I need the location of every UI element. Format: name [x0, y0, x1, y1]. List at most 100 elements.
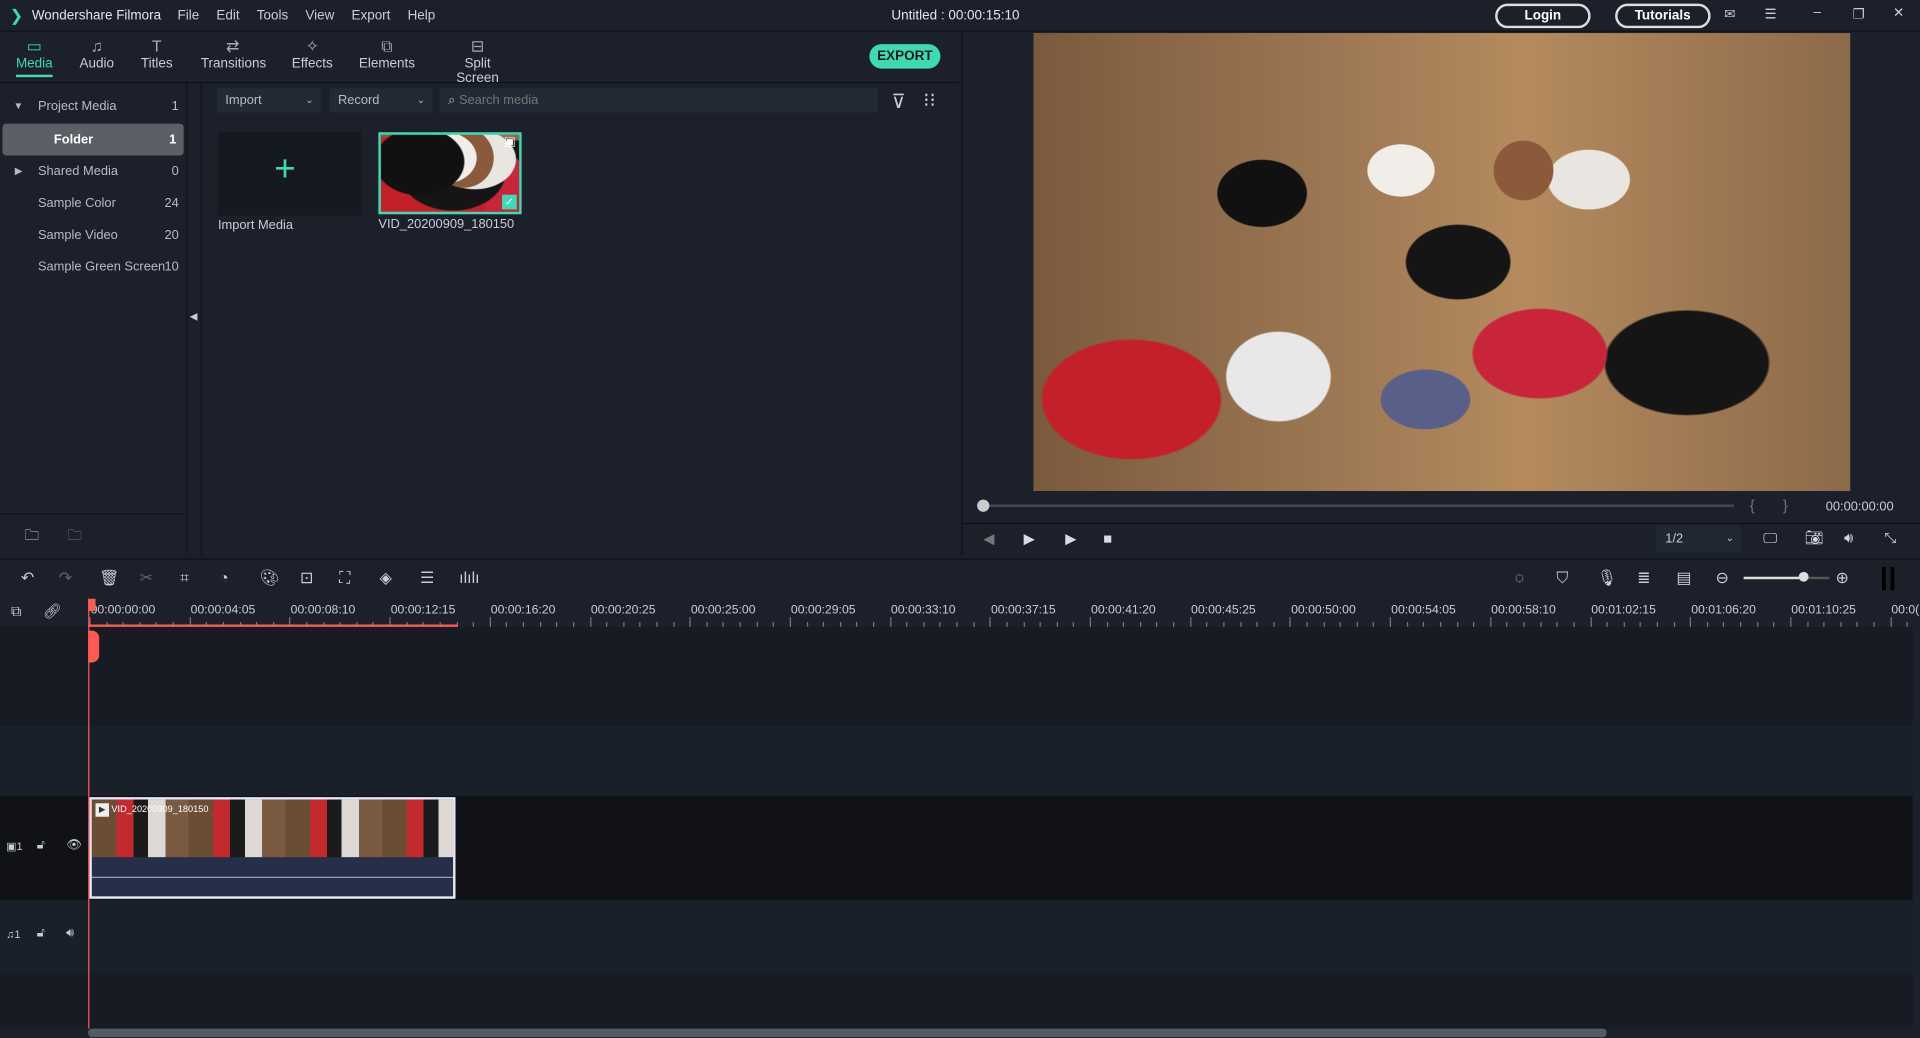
menu-list-icon[interactable]: ☰ [1764, 6, 1776, 22]
menu-help[interactable]: Help [408, 9, 436, 24]
sidebar-item-sample-green-screen[interactable]: Sample Green Screen 10 [0, 251, 186, 283]
media-thumbnail[interactable]: ▣ ✓ [378, 132, 522, 215]
menu-edit[interactable]: Edit [216, 9, 239, 24]
fullscreen-icon[interactable]: ⤡ [1884, 529, 1896, 547]
filter-icon[interactable]: ⊽ [891, 89, 905, 113]
redo-icon[interactable]: ↷ [59, 568, 72, 588]
ruler-label: 00:01:06:20 [1691, 603, 1756, 618]
restore-icon[interactable]: ❐ [1853, 6, 1865, 22]
video-type-icon: ▣ [503, 135, 516, 150]
keyframe-icon[interactable]: ◈ [380, 568, 392, 588]
chevron-down-icon: ⌄ [305, 94, 314, 106]
mark-out-icon[interactable]: } [1783, 497, 1788, 514]
search-input[interactable] [458, 93, 851, 108]
record-dropdown[interactable]: Record ⌄ [329, 88, 433, 113]
zoom-in-icon[interactable]: ⊕ [1836, 568, 1849, 588]
tab-split-screen[interactable]: ⊟ Split Screen [442, 37, 513, 86]
tab-media[interactable]: ▭ Media [16, 37, 53, 77]
mark-in-icon[interactable]: { [1750, 497, 1755, 514]
tab-effects[interactable]: ✧ Effects [290, 37, 334, 71]
new-folder-icon[interactable]: 🗀 [24, 524, 39, 550]
quality-dropdown[interactable]: 1/2 ⌄ [1655, 525, 1742, 553]
volume-icon[interactable]: 🔊︎ [1844, 529, 1853, 547]
sidebar-item-sample-color[interactable]: Sample Color 24 [0, 187, 186, 219]
playhead-handle[interactable] [88, 598, 96, 612]
tab-transitions[interactable]: ⇄ Transitions [201, 37, 266, 71]
scissors-marker-icon[interactable] [88, 630, 100, 663]
timeline-scrollbar[interactable] [88, 1028, 1607, 1038]
cut-icon[interactable]: ✂ [140, 568, 153, 588]
lock-icon[interactable]: 🔓︎ [37, 927, 45, 940]
scrubber-track[interactable] [983, 504, 1734, 507]
export-button[interactable]: EXPORT [869, 44, 941, 69]
marker-icon[interactable]: ⛉ [1556, 568, 1568, 588]
zoom-slider[interactable] [1743, 571, 1830, 582]
ruler-label: 00:00:12:15 [390, 603, 456, 618]
menu-view[interactable]: View [305, 9, 334, 24]
zoom-slider-handle[interactable] [1798, 571, 1809, 582]
delete-icon[interactable]: 🗑︎ [99, 568, 119, 588]
speaker-icon[interactable]: 🔊︎ [66, 927, 74, 940]
render-icon[interactable]: ◌ [1515, 568, 1524, 586]
ruler-tick [1389, 617, 1392, 627]
snapshot-icon[interactable]: 📷︎ [1805, 529, 1824, 546]
eye-icon[interactable]: 👁︎ [66, 839, 82, 852]
timeline-video-clip[interactable]: ▶ VID_20200909_180150 [89, 797, 456, 899]
speed-icon[interactable]: ◔ [219, 568, 229, 586]
audio-waveform-icon[interactable]: ılılı [459, 568, 479, 586]
playhead[interactable] [88, 598, 90, 1029]
minimize-icon[interactable]: – [1813, 5, 1821, 20]
menu-export[interactable]: Export [351, 9, 390, 24]
scrubber-handle[interactable] [977, 499, 990, 512]
ruler-label: 00:01:10:25 [1791, 603, 1856, 618]
motion-tracking-icon[interactable]: ⛶ [339, 568, 350, 588]
import-media-label: Import Media [217, 217, 293, 233]
audio-mixer-icon[interactable]: ≣ [1637, 568, 1650, 588]
play-icon[interactable]: ▶ [1065, 530, 1076, 547]
mail-icon[interactable]: ✉ [1724, 6, 1735, 22]
green-screen-icon[interactable]: ⊡ [300, 568, 313, 588]
empty-track-1 [0, 626, 1913, 727]
add-track-icon[interactable]: ⧉ [11, 602, 22, 620]
adjust-icon[interactable]: ☰ [420, 568, 434, 588]
menu-tools[interactable]: Tools [257, 9, 288, 24]
undo-icon[interactable]: ↶ [21, 568, 34, 588]
elements-icon: ⧉ [381, 36, 393, 56]
zoom-out-icon[interactable]: ⊖ [1716, 568, 1729, 588]
subtitle-icon[interactable]: ▤ [1676, 568, 1691, 588]
ruler-tick [1489, 617, 1492, 627]
sidebar-item-folder[interactable]: Folder 1 [2, 123, 184, 156]
grid-view-icon[interactable]: ⁝⁝ [923, 88, 935, 112]
import-media-tile[interactable]: + [217, 132, 362, 216]
stop-icon[interactable]: ■ [1103, 530, 1112, 547]
voiceover-icon[interactable]: 🎙︎ [1597, 568, 1617, 588]
lock-icon[interactable]: 🔓︎ [37, 839, 45, 852]
tab-titles[interactable]: T Titles [138, 37, 175, 71]
timeline-ruler[interactable]: ⧉ 🔗︎ 00:00:00:00 00:00:04:05 00:00:08:10 00… [0, 596, 1920, 627]
tab-elements[interactable]: ⧉ Elements [359, 37, 415, 71]
ruler-label: 00:00:45:25 [1191, 603, 1256, 618]
sidebar-item-project-media[interactable]: ▼ Project Media 1 [0, 91, 186, 123]
link-icon[interactable]: 🔗︎ [43, 602, 62, 619]
pause-panel-icon[interactable] [1882, 566, 1895, 591]
step-back-icon[interactable]: ◀︎ [983, 530, 994, 547]
display-settings-icon[interactable]: 🖵 [1763, 529, 1777, 547]
folder-icon[interactable]: 🗀 [67, 524, 82, 550]
ruler-tick [1890, 617, 1892, 627]
play-frame-icon[interactable]: ▶︎ [1024, 530, 1035, 547]
menu-file[interactable]: File [178, 9, 200, 24]
media-clip-name: VID_20200909_180150 [378, 216, 515, 232]
login-button[interactable]: Login [1495, 3, 1591, 29]
tutorials-button[interactable]: Tutorials [1615, 3, 1711, 29]
expand-arrow-icon: ▼ [13, 100, 24, 112]
import-dropdown[interactable]: Import ⌄ [216, 88, 321, 113]
color-icon[interactable]: 🎨︎ [260, 568, 280, 588]
tab-audio[interactable]: ♫ Audio [77, 37, 116, 71]
crop-icon[interactable]: ⌗ [180, 568, 189, 588]
close-icon[interactable]: ✕ [1893, 5, 1904, 21]
sidebar-collapse-handle[interactable]: ◀ [186, 83, 203, 555]
sidebar-item-sample-video[interactable]: Sample Video 20 [0, 219, 186, 251]
sidebar-item-shared-media[interactable]: ▶ Shared Media 0 [0, 156, 186, 188]
timeline-toolbar: ↶ ↷ 🗑︎ ✂ ⌗ ◔ 🎨︎ ⊡ ⛶ ◈ ☰ ılılı ◌ ⛉ 🎙︎ ≣ ▤… [0, 558, 1920, 597]
search-field[interactable]: ⌕ [439, 88, 878, 113]
